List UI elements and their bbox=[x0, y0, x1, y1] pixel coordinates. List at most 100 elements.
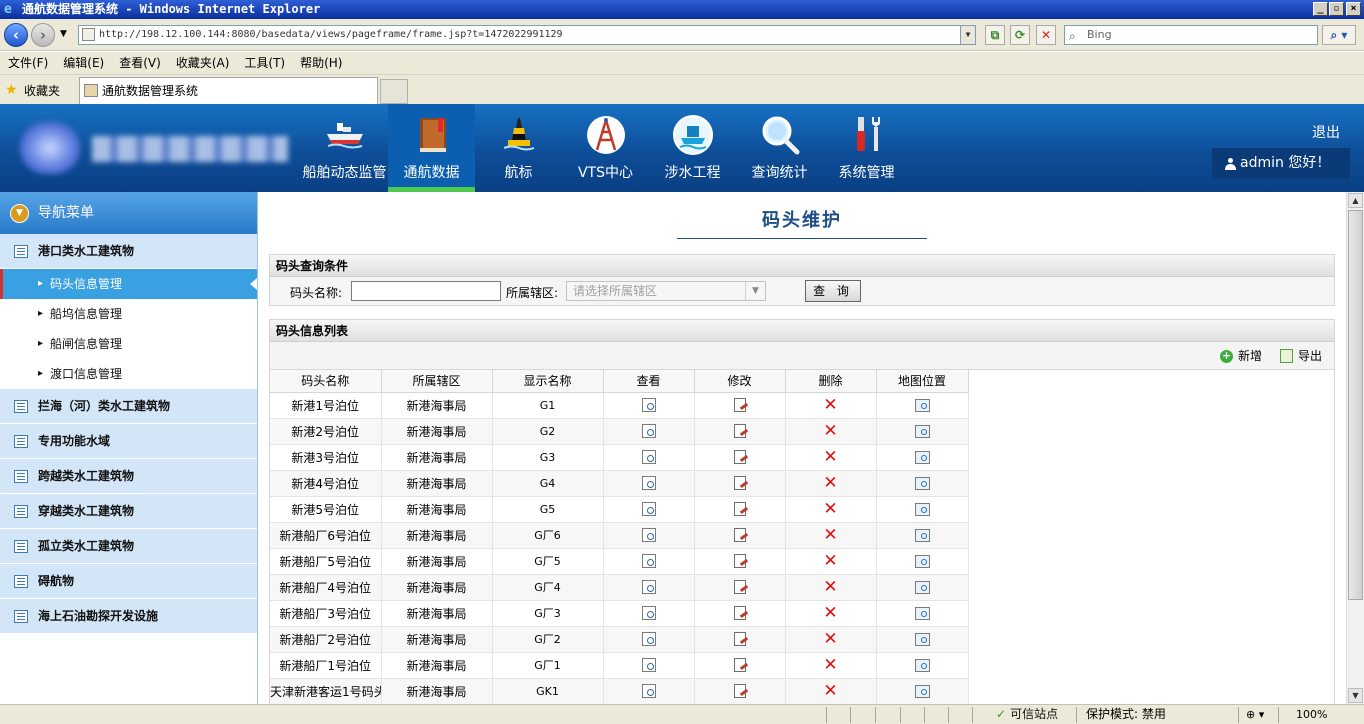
delete-icon[interactable]: ✕ bbox=[823, 423, 837, 440]
map-location-icon[interactable] bbox=[914, 685, 930, 698]
trusted-sites-status[interactable]: 可信站点 bbox=[996, 705, 1058, 724]
view-icon[interactable] bbox=[641, 580, 656, 595]
nav-water-projects[interactable]: 涉水工程 bbox=[649, 104, 736, 192]
minimize-button[interactable]: _ bbox=[1313, 2, 1328, 16]
chevron-down-icon[interactable]: ▼ bbox=[10, 204, 29, 223]
edit-icon[interactable] bbox=[733, 684, 746, 699]
nav-ship-monitoring[interactable]: 船舶动态监管 bbox=[301, 104, 388, 192]
delete-icon[interactable]: ✕ bbox=[823, 657, 837, 674]
map-location-icon[interactable] bbox=[914, 555, 930, 568]
menu-view[interactable]: 查看(V) bbox=[119, 52, 161, 74]
sidebar-item-lock[interactable]: 船闸信息管理 bbox=[0, 329, 257, 359]
forward-button[interactable]: › bbox=[31, 23, 55, 47]
scroll-up-icon[interactable]: ▲ bbox=[1348, 193, 1363, 208]
view-icon[interactable] bbox=[641, 606, 656, 621]
map-location-icon[interactable] bbox=[914, 607, 930, 620]
menu-tools[interactable]: 工具(T) bbox=[244, 52, 285, 74]
edit-icon[interactable] bbox=[733, 658, 746, 673]
export-button[interactable]: 导出 bbox=[1280, 348, 1322, 364]
edit-icon[interactable] bbox=[733, 632, 746, 647]
nav-vts-center[interactable]: VTS中心 bbox=[562, 104, 649, 192]
search-input[interactable]: ⌕ Bing bbox=[1064, 25, 1318, 45]
delete-icon[interactable]: ✕ bbox=[823, 553, 837, 570]
delete-icon[interactable]: ✕ bbox=[823, 631, 837, 648]
chevron-down-icon[interactable]: ▼ bbox=[745, 282, 765, 300]
scroll-down-icon[interactable]: ▼ bbox=[1348, 688, 1363, 703]
nav-query-statistics[interactable]: 查询统计 bbox=[736, 104, 823, 192]
sidebar-item-dock[interactable]: 船坞信息管理 bbox=[0, 299, 257, 329]
logout-link[interactable]: 退出 bbox=[1312, 122, 1340, 142]
menu-edit[interactable]: 编辑(E) bbox=[63, 52, 104, 74]
nav-system-management[interactable]: 系统管理 bbox=[823, 104, 910, 192]
sidebar-group-obstructions[interactable]: 碍航物 bbox=[0, 564, 257, 599]
delete-icon[interactable]: ✕ bbox=[823, 683, 837, 700]
delete-icon[interactable]: ✕ bbox=[823, 475, 837, 492]
view-icon[interactable] bbox=[641, 502, 656, 517]
history-dropdown-icon[interactable]: ▼ bbox=[60, 29, 67, 39]
map-location-icon[interactable] bbox=[914, 633, 930, 646]
security-zone-icon[interactable]: ⊕ ▾ bbox=[1246, 705, 1264, 724]
view-icon[interactable] bbox=[641, 684, 656, 699]
view-icon[interactable] bbox=[641, 632, 656, 647]
refresh-icon[interactable]: ⟳ bbox=[1010, 25, 1030, 45]
view-icon[interactable] bbox=[641, 450, 656, 465]
view-icon[interactable] bbox=[641, 398, 656, 413]
map-location-icon[interactable] bbox=[914, 451, 930, 464]
add-button[interactable]: + 新增 bbox=[1220, 348, 1262, 364]
edit-icon[interactable] bbox=[733, 554, 746, 569]
map-location-icon[interactable] bbox=[914, 581, 930, 594]
edit-icon[interactable] bbox=[733, 450, 746, 465]
sidebar-group-dam-structures[interactable]: 拦海（河）类水工建筑物 bbox=[0, 389, 257, 424]
map-location-icon[interactable] bbox=[914, 425, 930, 438]
delete-icon[interactable]: ✕ bbox=[823, 579, 837, 596]
nav-navigation-data[interactable]: 通航数据 bbox=[388, 104, 475, 192]
view-icon[interactable] bbox=[641, 554, 656, 569]
new-tab-button[interactable] bbox=[380, 79, 408, 104]
search-button[interactable]: ⌕ ▾ bbox=[1322, 25, 1356, 45]
edit-icon[interactable] bbox=[733, 502, 746, 517]
browser-tab[interactable]: 通航数据管理系统 bbox=[79, 77, 378, 104]
nav-buoy[interactable]: 航标 bbox=[475, 104, 562, 192]
view-icon[interactable] bbox=[641, 424, 656, 439]
menu-help[interactable]: 帮助(H) bbox=[300, 52, 342, 74]
query-button[interactable]: 查 询 bbox=[805, 280, 861, 302]
map-location-icon[interactable] bbox=[914, 477, 930, 490]
edit-icon[interactable] bbox=[733, 476, 746, 491]
sidebar-item-ferry[interactable]: 渡口信息管理 bbox=[0, 359, 257, 389]
view-icon[interactable] bbox=[641, 658, 656, 673]
sidebar-group-crossing-over[interactable]: 跨越类水工建筑物 bbox=[0, 459, 257, 494]
view-icon[interactable] bbox=[641, 528, 656, 543]
zoom-level[interactable]: 100% bbox=[1296, 705, 1327, 724]
map-location-icon[interactable] bbox=[914, 399, 930, 412]
sidebar-group-port-structures[interactable]: 港口类水工建筑物 bbox=[0, 234, 257, 269]
sidebar-item-wharf[interactable]: 码头信息管理 bbox=[0, 269, 257, 299]
edit-icon[interactable] bbox=[733, 580, 746, 595]
edit-icon[interactable] bbox=[733, 424, 746, 439]
stop-icon[interactable]: ✕ bbox=[1036, 25, 1056, 45]
favorites-star-icon[interactable]: ★ bbox=[5, 83, 18, 97]
close-window-button[interactable]: × bbox=[1346, 2, 1361, 16]
view-icon[interactable] bbox=[641, 476, 656, 491]
delete-icon[interactable]: ✕ bbox=[823, 527, 837, 544]
delete-icon[interactable]: ✕ bbox=[823, 449, 837, 466]
compat-view-icon[interactable]: ⧉ bbox=[985, 25, 1005, 45]
sidebar-group-special-waters[interactable]: 专用功能水域 bbox=[0, 424, 257, 459]
maximize-button[interactable]: ▫ bbox=[1329, 2, 1344, 16]
delete-icon[interactable]: ✕ bbox=[823, 397, 837, 414]
url-dropdown-icon[interactable]: ▼ bbox=[960, 26, 975, 44]
url-field[interactable]: http://198.12.100.144:8080/basedata/view… bbox=[78, 25, 976, 45]
edit-icon[interactable] bbox=[733, 398, 746, 413]
menu-favorites[interactable]: 收藏夹(A) bbox=[176, 52, 230, 74]
back-button[interactable]: ‹ bbox=[4, 23, 28, 47]
scroll-thumb[interactable] bbox=[1348, 210, 1363, 600]
area-select[interactable]: 请选择所属辖区 ▼ bbox=[566, 281, 766, 301]
map-location-icon[interactable] bbox=[914, 659, 930, 672]
page-scrollbar[interactable]: ▲ ▼ bbox=[1346, 192, 1364, 704]
delete-icon[interactable]: ✕ bbox=[823, 605, 837, 622]
delete-icon[interactable]: ✕ bbox=[823, 501, 837, 518]
map-location-icon[interactable] bbox=[914, 503, 930, 516]
wharf-name-input[interactable] bbox=[351, 281, 501, 301]
edit-icon[interactable] bbox=[733, 606, 746, 621]
favorites-button[interactable]: 收藏夹 bbox=[24, 82, 60, 99]
menu-file[interactable]: 文件(F) bbox=[8, 52, 48, 74]
